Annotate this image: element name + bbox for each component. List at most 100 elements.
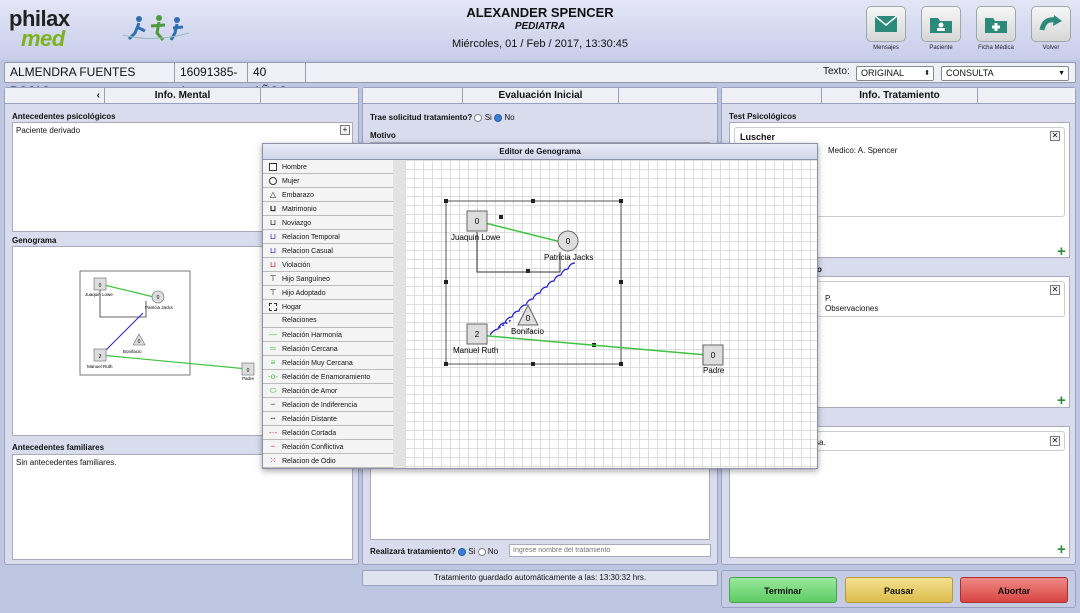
will-perform-question: Realizará tratamiento? Si No [370,547,498,556]
legend-item-label: Relación de Enamoramiento [282,374,371,381]
legend-item-label: Relación Cercana [282,346,338,353]
legend-item-label: Hogar [282,304,302,311]
tab-info-mental[interactable]: Info. Mental [105,88,261,104]
abort-button[interactable]: Abortar [960,577,1068,603]
genogram-label: Genograma [12,236,57,245]
legend-item[interactable]: △ Embarazo [263,188,393,202]
close-icon[interactable]: ✕ [1050,436,1060,446]
legend-item-label: Relación Muy Cercana [282,360,353,367]
legend-item[interactable]: ⊔ Matrimonio [263,202,393,216]
tab-middle-left[interactable] [363,88,463,104]
legend-item[interactable]: -·- Relación Cortada [263,426,393,440]
psych-tests-label: Test Psicológicos [729,112,797,121]
patient-bar: ALMENDRA FUENTES ROJAS 16091385-1 40 AÑO… [4,62,1076,98]
legend-item[interactable]: ⊤ Hijo Sanguíneo [263,272,393,286]
radio-yes-2[interactable] [458,547,467,556]
violation-icon: ⊔ [269,260,277,269]
legend-item[interactable]: ⬭ Relación de Amor [263,384,393,398]
legend-item[interactable]: ⊔ Relacion Casual [263,244,393,258]
doctor-name: ALEXANDER SPENCER [466,5,614,20]
patient-button[interactable]: Paciente [919,6,963,52]
test-title: Luscher [740,132,776,142]
family-history-field[interactable]: Sin antecedentes familiares. [12,454,353,560]
legend-item[interactable]: — Relación Harmonía [263,328,393,342]
radio-no-2[interactable] [477,547,486,556]
messages-label: Mensajes [873,45,899,51]
back-label: Volver [1042,45,1060,51]
radio-yes-label: Si [484,113,492,122]
tab-info-tratamiento[interactable]: Info. Tratamiento [822,88,978,104]
patient-id: 16091385-1 [175,63,248,98]
genogram-editor-dialog: Editor de Genograma Hombre Mujer △ Embarazo… [262,143,818,469]
legend-item-label: Embarazo [282,192,314,199]
treatment-name-input[interactable] [509,544,711,557]
text-mode-select[interactable]: ORIGINAL ⬍ [856,66,934,81]
legend-item[interactable]: ⊔ Noviazgo [263,216,393,230]
tab-prev[interactable]: ‹ [5,88,105,104]
tab-next[interactable] [261,88,358,104]
red-triple-dotted-icon: ⁙ [269,456,277,465]
tab-middle-right[interactable] [619,88,717,104]
legend-item[interactable]: ┈ Relacion de Indiferencia [263,398,393,412]
node-label: Patricia Jacks [544,253,593,262]
node-value: 0 [138,339,141,345]
legend-item[interactable]: ═ Relación Cercana [263,342,393,356]
tab-right-left[interactable] [722,88,822,104]
dotted-line-icon: ┈ [270,400,276,409]
adopted-child-icon: ⊤ [269,288,277,297]
radio-no[interactable] [494,113,503,122]
legend-item[interactable]: ⁙ Relacion de Odio [263,454,393,468]
node-label: Bonifacio [511,327,544,336]
marriage-icon: ⊔ [269,204,277,213]
figures-logo-icon [115,13,195,43]
consult-type-value: CONSULTA [946,68,994,78]
node-value: 0 [475,217,480,226]
doctor-specialty: PEDIATRA [514,21,566,32]
legend-item[interactable]: Hogar [263,300,393,314]
add-test-icon[interactable]: + [1057,244,1066,259]
green-triple-line-icon: ≡ [270,358,276,367]
tab-right-right[interactable] [978,88,1075,104]
square-icon [267,160,279,174]
legend-item[interactable]: ┈ Relación Conflictiva [263,440,393,454]
legend-item[interactable]: Mujer [263,174,393,188]
legend-item-label: Hijo Sanguíneo [282,276,330,283]
radio-yes[interactable] [474,113,483,122]
dashed-line-icon: ╌ [270,414,276,423]
legend-item[interactable]: -o- Relación de Enamoramiento [263,370,393,384]
legend-item[interactable]: Hombre [263,160,393,174]
node-label: Bonifacio [123,349,142,354]
family-history-label: Antecedentes familiares [12,443,105,452]
current-datetime: Miércoles, 01 / Feb / 2017, 13:30:45 [451,38,629,50]
add-section3-icon[interactable]: + [1057,542,1066,557]
add-section2-icon[interactable]: + [1057,393,1066,408]
expand-icon[interactable]: + [340,125,350,135]
node-value: 0 [157,295,160,301]
close-icon[interactable]: ✕ [1050,131,1060,141]
radio-no-2-label: No [487,547,499,556]
blood-child-icon: ⊤ [269,274,277,283]
pause-button[interactable]: Pausar [845,577,953,603]
messages-button[interactable]: Mensajes [864,6,908,52]
logo-text-bottom: med [21,26,65,51]
legend-item[interactable]: ╌ Relación Distante [263,412,393,426]
patient-label: Paciente [929,45,953,51]
legend-item[interactable]: ⊔ Violación [263,258,393,272]
node-value: 0 [711,351,716,360]
legend-item[interactable]: ⊤ Hijo Adoptado [263,286,393,300]
legend-item-label: Mujer [282,178,300,185]
legend-item[interactable]: ⊔ Relacion Temporal [263,230,393,244]
close-icon[interactable]: ✕ [1050,285,1060,295]
medical-record-button[interactable]: Ficha Médica [974,6,1018,52]
legend-item-label: Violación [282,262,311,269]
legend-item: Relaciones [263,314,393,328]
back-button[interactable]: Volver [1029,6,1073,52]
finish-button[interactable]: Terminar [729,577,837,603]
consult-type-select[interactable]: CONSULTA ▼ [941,66,1069,81]
legend-item[interactable]: ≡ Relación Muy Cercana [263,356,393,370]
patient-name: ALMENDRA FUENTES ROJAS [5,63,175,98]
legend-item-label: Relacion de Odio [282,458,336,465]
tab-evaluacion-inicial[interactable]: Evaluación Inicial [463,88,619,104]
genogram-diagram: 0 0 0 2 0 Juaquin Lowe Patricia Jacks Bo… [444,199,725,375]
genogram-canvas[interactable]: 0 0 0 2 0 Juaquin Lowe Patricia Jacks Bo… [405,160,817,468]
